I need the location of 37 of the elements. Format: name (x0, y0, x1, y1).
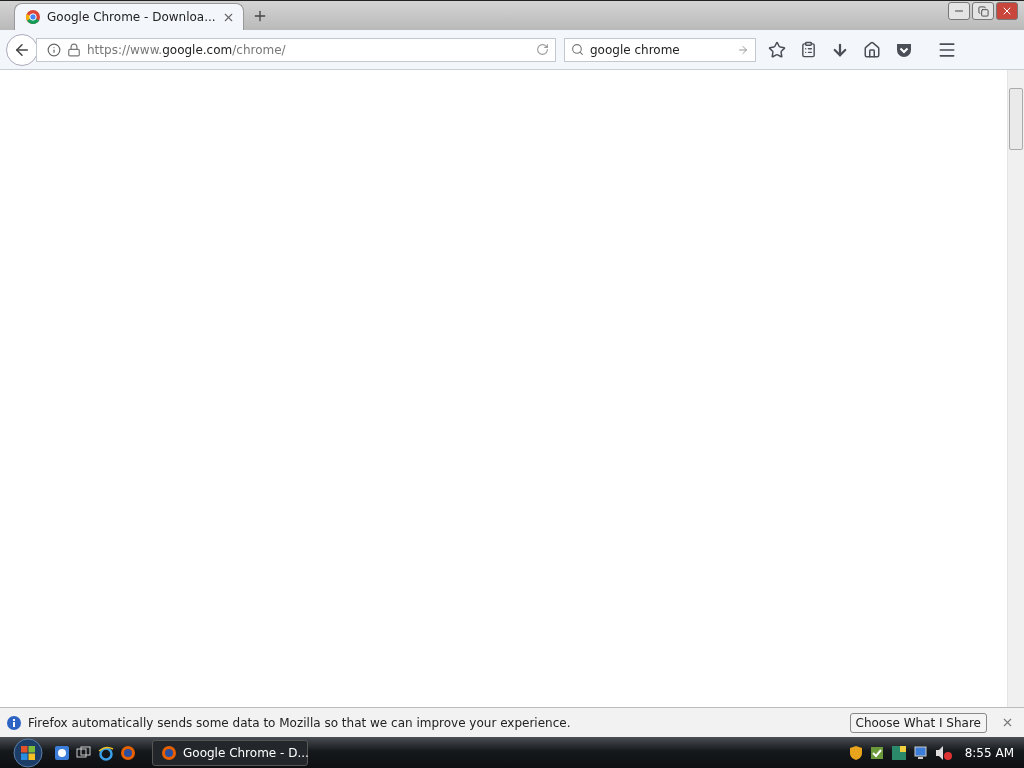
info-icon[interactable] (47, 42, 61, 57)
notification-text: Firefox automatically sends some data to Mozilla so that we can improve your experience. (28, 715, 572, 730)
reload-icon[interactable] (536, 43, 549, 56)
checkmark-icon[interactable] (868, 744, 885, 761)
grid-icon[interactable] (890, 744, 907, 761)
browser-e-icon[interactable] (98, 744, 114, 761)
scrollbar[interactable] (1007, 70, 1024, 707)
restore-icon (977, 5, 989, 17)
network-icon[interactable] (912, 744, 929, 761)
search-icon (571, 43, 584, 56)
info-icon (6, 714, 22, 731)
address-field[interactable]: https://www.google.com/chrome/ (36, 37, 556, 62)
clock[interactable]: 8:55 AM (964, 745, 1014, 760)
url-text: https://www.google.com/chrome/ (87, 42, 287, 57)
close-icon (1001, 5, 1013, 17)
restore-button[interactable] (972, 2, 994, 20)
star-icon[interactable] (768, 40, 786, 59)
close-button[interactable] (996, 2, 1018, 20)
taskbar-window-button[interactable]: Google Chrome - D... (152, 739, 308, 766)
windows-icon[interactable] (76, 744, 92, 761)
lock-icon[interactable] (67, 42, 81, 57)
choose-what-i-share-button[interactable]: Choose What I Share (849, 712, 987, 733)
firefox-icon (161, 744, 177, 761)
shield-icon[interactable] (848, 744, 863, 761)
search-field[interactable]: google chrome (564, 37, 756, 62)
new-tab-icon[interactable] (252, 8, 268, 24)
clipboard-icon[interactable] (800, 41, 817, 58)
browser-tab[interactable]: Google Chrome - Downloa... (14, 3, 244, 30)
minimize-button[interactable] (948, 2, 970, 20)
firefox-icon[interactable] (120, 744, 136, 761)
tab-title: Google Chrome - Downloa... (47, 10, 216, 24)
back-button[interactable] (6, 33, 38, 66)
home-icon[interactable] (863, 40, 881, 59)
chrome-logo-icon (25, 9, 41, 25)
app-icon[interactable] (54, 744, 70, 761)
close-icon[interactable] (1001, 716, 1014, 729)
muted-speaker-icon[interactable] (934, 744, 953, 761)
